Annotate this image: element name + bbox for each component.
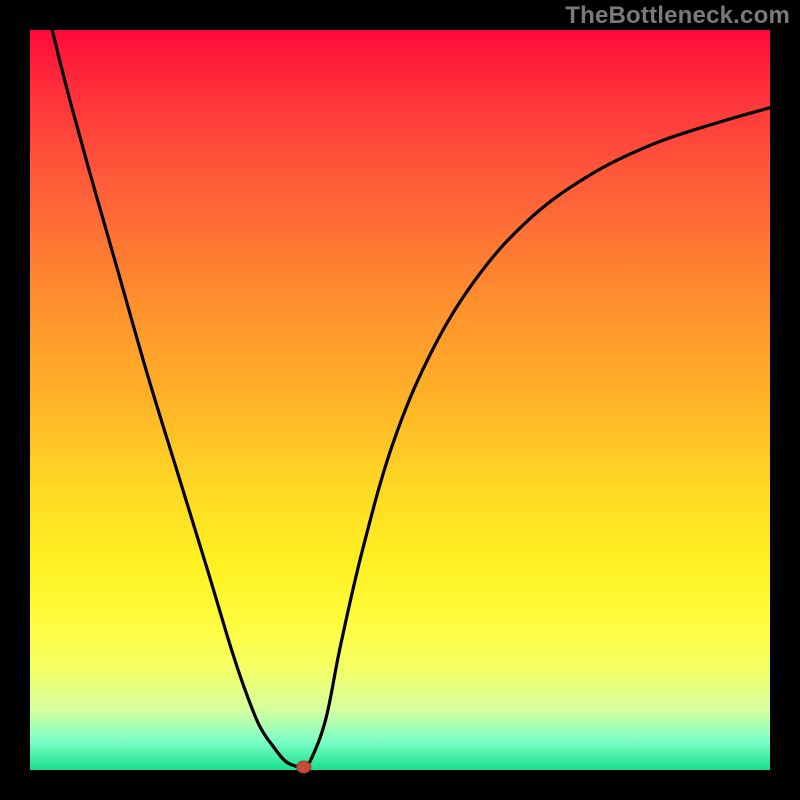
bottleneck-curve (52, 30, 770, 767)
curve-layer (30, 30, 770, 770)
watermark-text: TheBottleneck.com (565, 2, 790, 30)
plot-area (30, 30, 770, 770)
chart-frame: TheBottleneck.com (0, 0, 800, 800)
optimal-point-marker (297, 761, 311, 773)
